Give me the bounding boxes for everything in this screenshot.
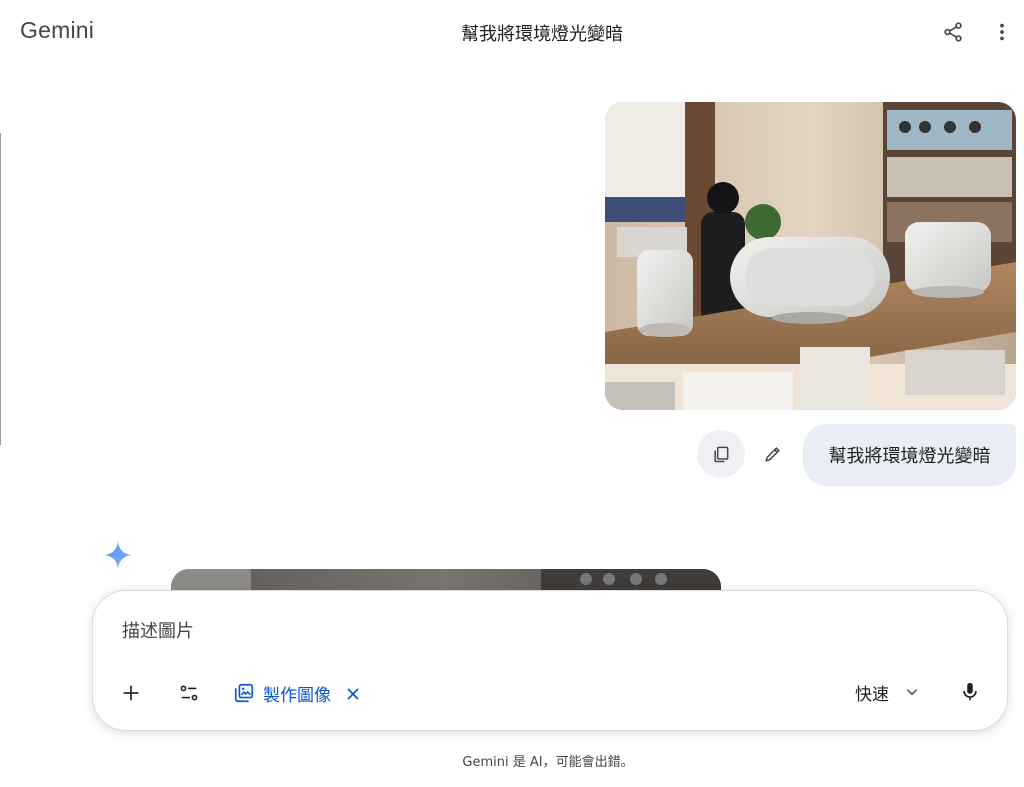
tools-icon bbox=[180, 685, 198, 701]
gemini-spark-icon bbox=[104, 541, 132, 569]
microphone-button[interactable] bbox=[950, 672, 990, 712]
image-gallery-icon bbox=[234, 683, 254, 703]
chat-title[interactable]: 幫我將環境燈光變暗 bbox=[461, 24, 623, 45]
speaker-showroom-photo bbox=[605, 102, 1016, 410]
chip-close-button[interactable] bbox=[341, 679, 365, 709]
app-title[interactable]: Gemini bbox=[20, 17, 94, 44]
left-edge-divider bbox=[0, 133, 1, 445]
share-icon bbox=[944, 22, 962, 42]
copy-icon bbox=[714, 446, 729, 463]
mic-icon bbox=[963, 682, 977, 701]
disclaimer-text: Gemini 是 AI，可能會出錯。 bbox=[462, 755, 634, 770]
edit-button[interactable] bbox=[754, 435, 792, 473]
model-selector-label: 快速 bbox=[855, 684, 889, 705]
add-button[interactable] bbox=[111, 673, 151, 713]
copy-button[interactable] bbox=[697, 430, 745, 478]
user-message-bubble: 幫我將環境燈光變暗 bbox=[803, 424, 1016, 486]
chat-title-wrapper: 幫我將環境燈光變暗 bbox=[0, 20, 1024, 46]
user-uploaded-image[interactable] bbox=[605, 102, 1016, 410]
user-message-text: 幫我將環境燈光變暗 bbox=[828, 446, 991, 467]
more-options-button[interactable] bbox=[984, 14, 1020, 50]
disclaimer: Gemini 是 AI，可能會出錯。 bbox=[0, 751, 1024, 770]
create-image-chip-label: 製作圖像 bbox=[263, 685, 331, 706]
model-selector[interactable]: 快速 bbox=[849, 675, 927, 709]
tools-button[interactable] bbox=[169, 673, 209, 713]
prompt-input[interactable] bbox=[122, 618, 822, 644]
chevron-down-icon bbox=[906, 689, 918, 696]
prompt-input-panel: 製作圖像 快速 bbox=[92, 590, 1008, 731]
create-image-chip[interactable]: 製作圖像 bbox=[233, 678, 331, 708]
add-icon bbox=[123, 685, 139, 701]
edit-icon bbox=[765, 447, 780, 462]
share-button[interactable] bbox=[935, 14, 971, 50]
more-vert-icon bbox=[1000, 23, 1004, 41]
close-icon bbox=[347, 688, 359, 700]
